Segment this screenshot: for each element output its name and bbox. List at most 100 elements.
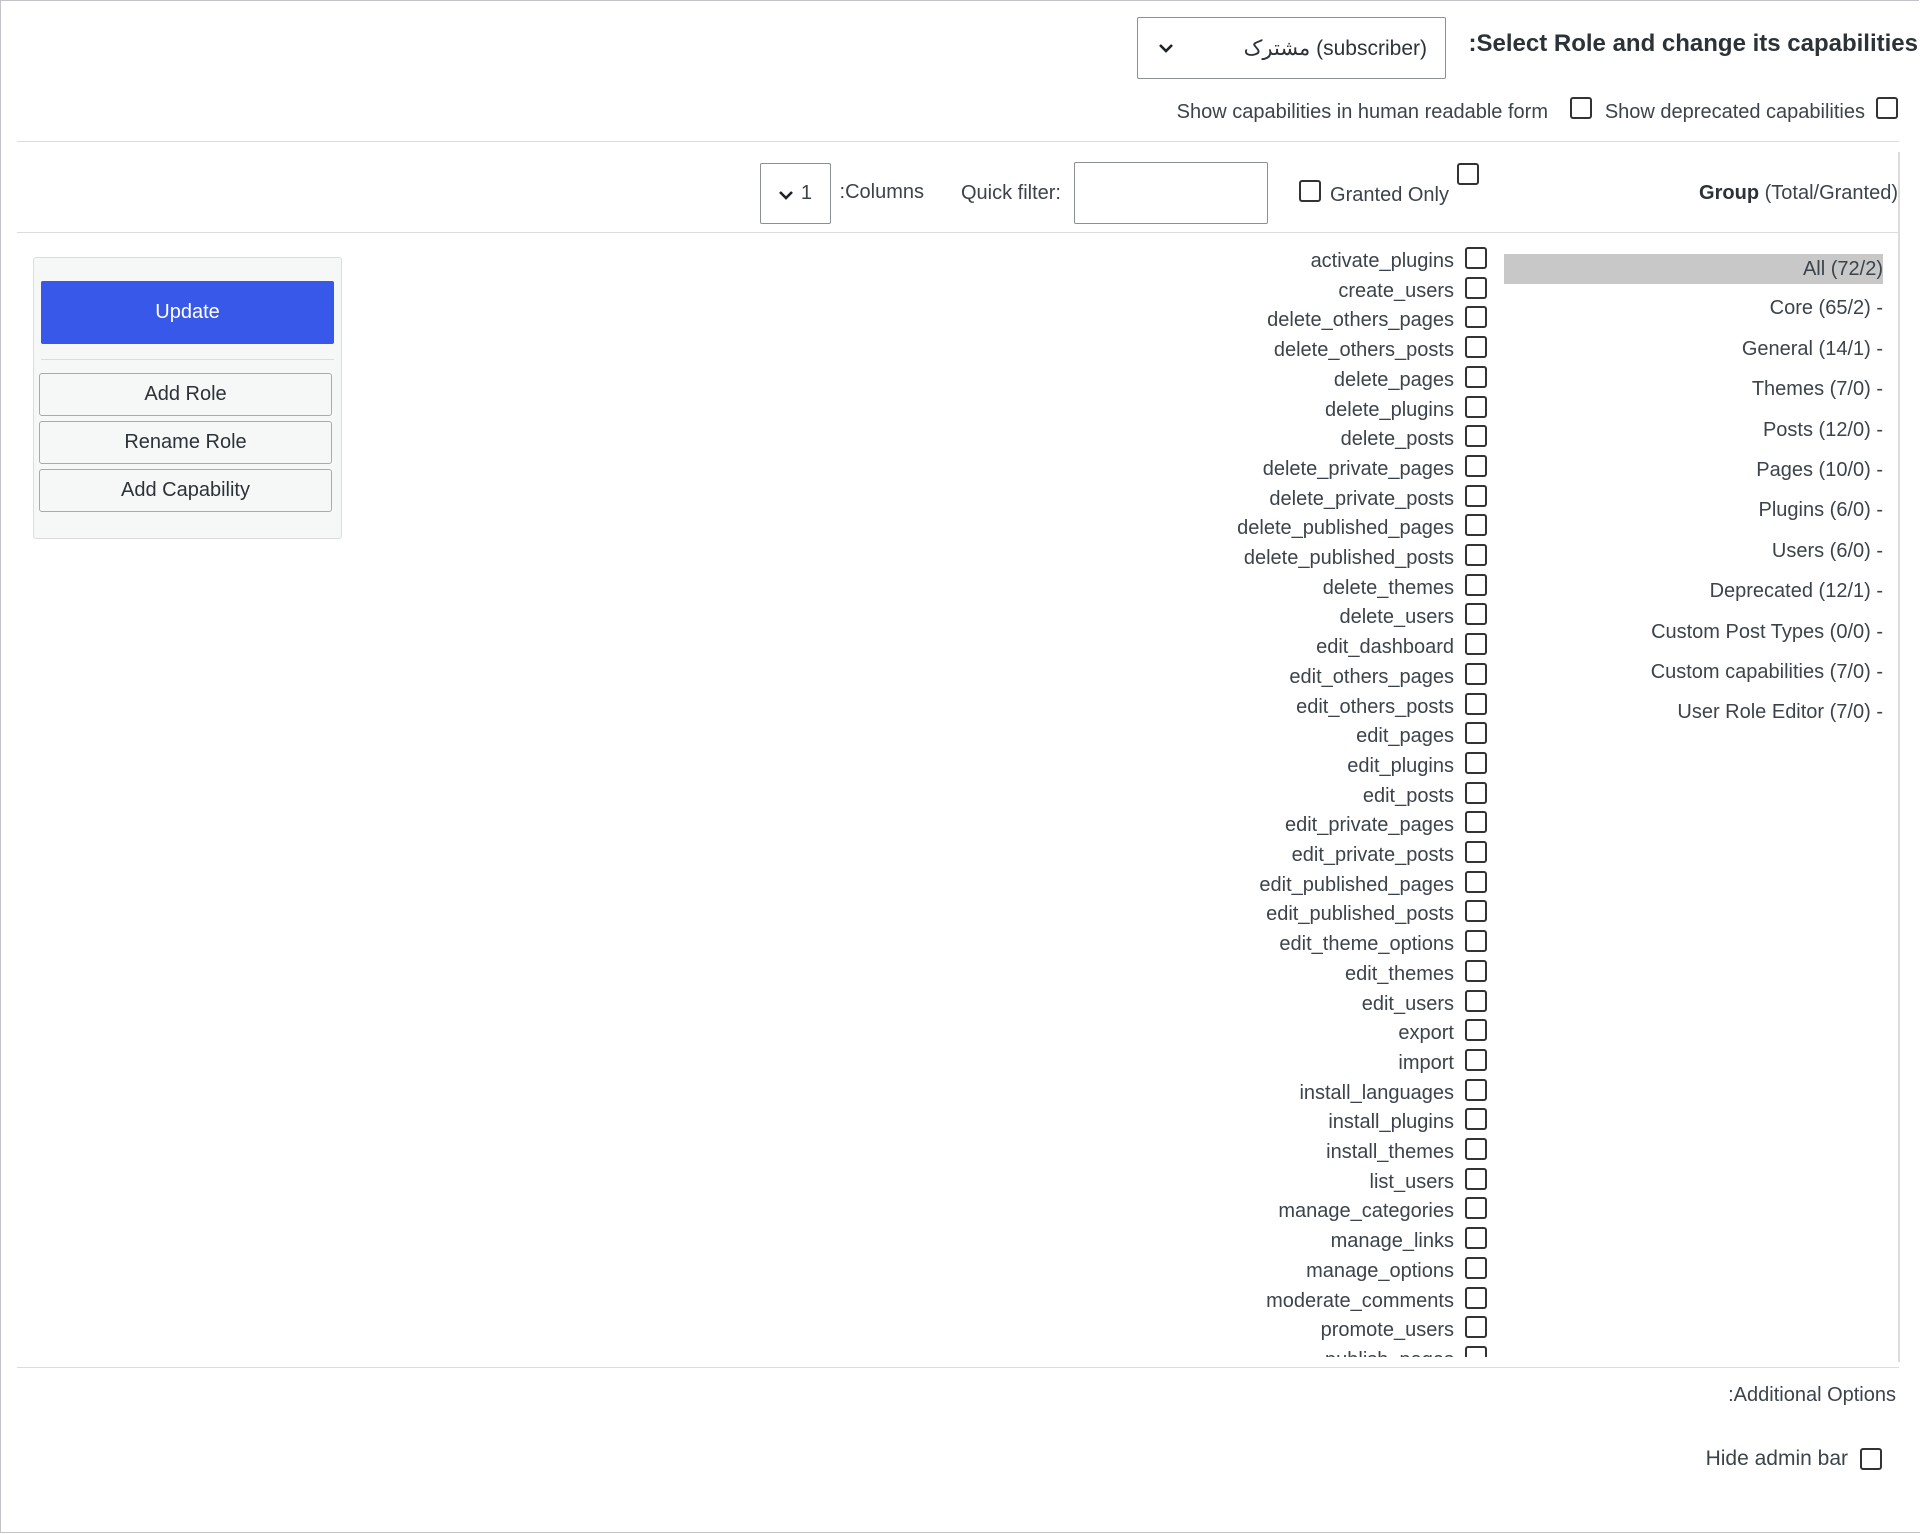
capability-checkbox[interactable]	[1465, 454, 1487, 477]
capability-checkbox[interactable]	[1465, 870, 1487, 893]
group-header-bold: Group	[1699, 182, 1760, 204]
quick-filter-input[interactable]	[1074, 162, 1268, 224]
capability-checkbox[interactable]	[1465, 1019, 1487, 1042]
capability-label: install_plugins	[1328, 1111, 1454, 1134]
capability-checkbox[interactable]	[1465, 276, 1487, 299]
group-column-header: Group (Total/Granted)	[1699, 182, 1898, 205]
capability-checkbox[interactable]	[1465, 603, 1487, 626]
granted-only-label: Granted Only	[1330, 184, 1449, 206]
capability-checkbox[interactable]	[1465, 514, 1487, 537]
capability-checkbox[interactable]	[1465, 395, 1487, 418]
header-divider	[17, 141, 1899, 142]
group-item[interactable]: All (72/2)	[1504, 254, 1883, 284]
capability-checkbox[interactable]	[1465, 751, 1487, 774]
capability-row: delete_themes	[0, 573, 1487, 604]
capability-checkbox[interactable]	[1465, 1108, 1487, 1131]
capability-checkbox[interactable]	[1465, 900, 1487, 923]
page-title: Select Role and change its capabilities:	[1468, 30, 1918, 57]
capability-row: publish_pages	[0, 1345, 1487, 1357]
capability-label: manage_categories	[1278, 1200, 1454, 1223]
capability-checkbox[interactable]	[1465, 959, 1487, 982]
granted-only-checkbox[interactable]	[1299, 180, 1321, 202]
group-item[interactable]: Deprecated (12/1) -	[1710, 576, 1883, 606]
capability-label: edit_users	[1361, 992, 1454, 1015]
group-item[interactable]: Custom Post Types (0/0) -	[1651, 617, 1883, 647]
capability-checkbox[interactable]	[1465, 484, 1487, 507]
rename-role-button[interactable]: Rename Role	[39, 421, 332, 464]
group-item[interactable]: Pages (10/0) -	[1756, 455, 1883, 485]
hide-admin-bar-checkbox[interactable]	[1860, 1448, 1882, 1470]
update-button[interactable]: Update	[41, 281, 334, 344]
capability-label: create_users	[1338, 279, 1454, 302]
capability-label: install_themes	[1326, 1141, 1454, 1163]
columns-select[interactable]: 1	[760, 163, 831, 224]
add-role-button[interactable]: Add Role	[39, 373, 332, 416]
role-select[interactable]: مشترک (subscriber)	[1137, 17, 1446, 79]
capability-label: import	[1398, 1051, 1454, 1074]
capability-label: activate_plugins	[1310, 250, 1454, 272]
capability-label: delete_posts	[1340, 428, 1454, 451]
capability-label: delete_users	[1339, 606, 1454, 629]
capability-row: delete_users	[0, 603, 1487, 633]
capability-checkbox[interactable]	[1465, 365, 1487, 388]
capability-label: delete_others_pages	[1267, 309, 1454, 332]
capability-checkbox[interactable]	[1465, 841, 1487, 863]
panel-divider	[41, 359, 334, 360]
capability-row: edit_plugins	[0, 751, 1487, 782]
capability-row: edit_themes	[0, 959, 1487, 990]
bottom-border	[0, 1532, 1920, 1533]
capability-label: export	[1398, 1022, 1454, 1045]
show-deprecated-checkbox[interactable]	[1876, 97, 1898, 119]
human-readable-checkbox[interactable]	[1570, 97, 1592, 119]
capability-checkbox[interactable]	[1465, 989, 1487, 1012]
capability-row: edit_users	[0, 989, 1487, 1020]
capability-label: edit_themes	[1345, 962, 1454, 985]
capability-checkbox[interactable]	[1465, 544, 1487, 566]
capability-checkbox[interactable]	[1465, 247, 1487, 269]
capability-checkbox[interactable]	[1465, 1197, 1487, 1220]
quick-filter-label: Quick filter:	[960, 182, 1061, 204]
capability-checkbox[interactable]	[1465, 1256, 1487, 1279]
group-item[interactable]: Users (6/0) -	[1772, 536, 1883, 566]
capability-label: edit_theme_options	[1279, 933, 1454, 956]
capability-label: manage_links	[1330, 1230, 1454, 1253]
add-capability-button[interactable]: Add Capability	[39, 469, 332, 512]
hide-admin-bar-label: Hide admin bar	[1705, 1447, 1848, 1470]
capability-row: edit_others_pages	[0, 662, 1487, 693]
group-item[interactable]: General (14/1) -	[1742, 334, 1883, 364]
group-item[interactable]: Themes (7/0) -	[1752, 374, 1883, 404]
capability-checkbox[interactable]	[1465, 1345, 1487, 1357]
capability-row: install_plugins	[0, 1108, 1487, 1138]
capability-checkbox[interactable]	[1465, 722, 1487, 745]
capability-checkbox[interactable]	[1465, 306, 1487, 329]
additional-divider	[17, 1367, 1899, 1368]
capability-checkbox[interactable]	[1465, 425, 1487, 448]
capability-row: promote_users	[0, 1316, 1487, 1346]
capability-checkbox[interactable]	[1465, 633, 1487, 656]
select-all-checkbox[interactable]	[1457, 163, 1479, 185]
group-item[interactable]: User Role Editor (7/0) -	[1677, 697, 1883, 727]
capability-checkbox[interactable]	[1465, 811, 1487, 834]
capability-checkbox[interactable]	[1465, 1138, 1487, 1160]
group-item[interactable]: Posts (12/0) -	[1763, 415, 1883, 445]
capability-checkbox[interactable]	[1465, 573, 1487, 596]
capability-checkbox[interactable]	[1465, 662, 1487, 685]
capability-checkbox[interactable]	[1465, 1078, 1487, 1101]
capability-checkbox[interactable]	[1465, 1167, 1487, 1190]
group-item[interactable]: Custom capabilities (7/0) -	[1651, 657, 1883, 687]
capability-label: edit_pages	[1356, 725, 1454, 748]
capability-checkbox[interactable]	[1465, 1048, 1487, 1071]
capability-label: edit_private_posts	[1291, 844, 1454, 866]
capability-label: delete_plugins	[1325, 398, 1454, 421]
capability-label: delete_published_posts	[1243, 547, 1454, 569]
capability-checkbox[interactable]	[1465, 1286, 1487, 1309]
capability-checkbox[interactable]	[1465, 1316, 1487, 1339]
capability-checkbox[interactable]	[1465, 930, 1487, 953]
group-item[interactable]: Core (65/2) -	[1770, 293, 1883, 323]
capability-checkbox[interactable]	[1465, 781, 1487, 804]
capability-checkbox[interactable]	[1465, 336, 1487, 359]
capability-checkbox[interactable]	[1465, 1227, 1487, 1250]
capability-checkbox[interactable]	[1465, 692, 1487, 715]
group-item[interactable]: Plugins (6/0) -	[1759, 495, 1884, 525]
capability-row: install_languages	[0, 1078, 1487, 1109]
